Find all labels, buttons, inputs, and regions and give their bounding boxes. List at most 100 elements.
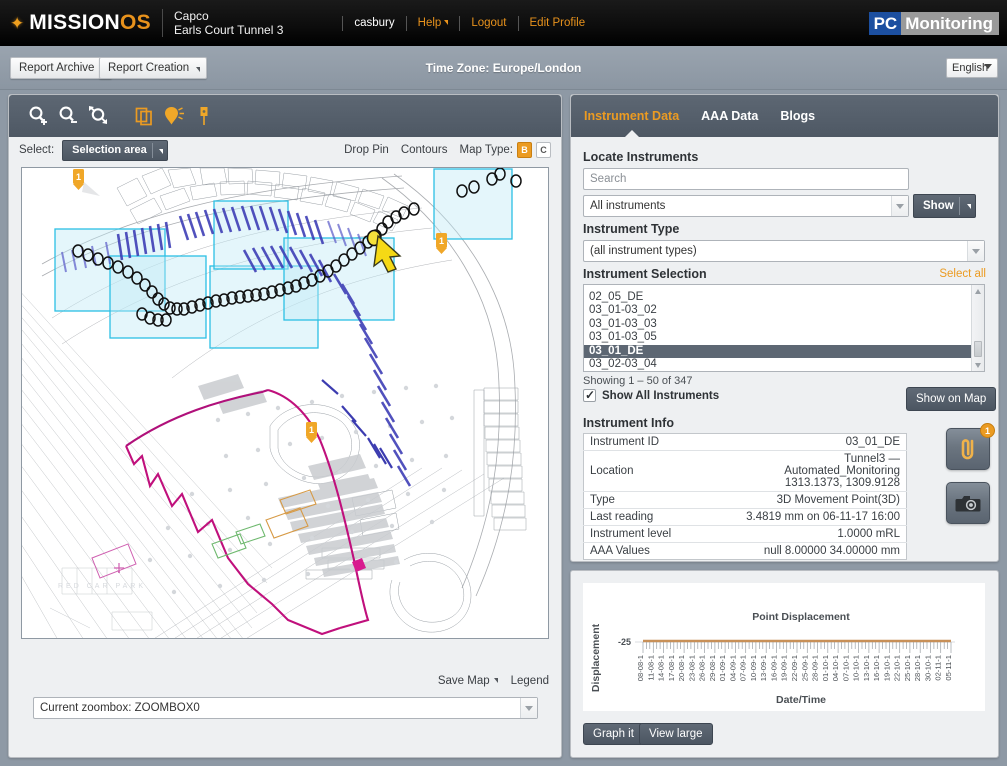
view-large-button[interactable]: View large: [639, 723, 713, 745]
edit-profile-link[interactable]: Edit Profile: [530, 17, 586, 29]
menu-bar: Report Archive Report Creation Time Zone…: [0, 46, 1007, 90]
panel-body: Locate Instruments Search All instrument…: [571, 137, 998, 561]
list-item-selected[interactable]: 03_01_DE: [584, 344, 984, 358]
show-on-map-button[interactable]: Show on Map: [906, 387, 997, 411]
svg-text:25-09-1: 25-09-1: [800, 655, 809, 681]
chart-y-label: Displacement: [590, 623, 602, 692]
list-scrollbar[interactable]: [971, 285, 984, 371]
chart-x-tick-labels: 08-08-1 11-08-1 14-08-1 17-08-1 20-08-1 23-08…: [636, 655, 953, 681]
divider: [517, 15, 519, 31]
language-selector[interactable]: English: [946, 58, 998, 78]
table-row: Last reading 3.4819 mm on 06-11-17 16:00: [583, 508, 907, 526]
drop-pin-link[interactable]: Drop Pin: [344, 144, 389, 156]
svg-text:1: 1: [439, 236, 444, 246]
selection-area-dropdown[interactable]: Selection area: [62, 139, 168, 161]
point-displacement-chart[interactable]: Point Displacement Displacement -25 08-0…: [583, 583, 985, 711]
map-footer: Save Map Legend Current zoombox: ZOOMBOX…: [9, 665, 561, 757]
brand-suffix: OS: [120, 11, 151, 34]
svg-text:19-09-1: 19-09-1: [780, 655, 789, 681]
info-value: 3.4819 mm on 06-11-17 16:00: [728, 508, 907, 526]
graph-it-button[interactable]: Graph it: [583, 723, 644, 745]
scroll-up-icon[interactable]: [972, 285, 984, 297]
attachments-button[interactable]: 1: [946, 423, 995, 470]
svg-text:16-10-1: 16-10-1: [872, 655, 881, 681]
list-item[interactable]: 03_01-03_03: [584, 318, 984, 331]
map-type-c-button[interactable]: C: [536, 142, 551, 158]
svg-text:22-09-1: 22-09-1: [790, 655, 799, 681]
show-all-instruments-checkbox[interactable]: Show All Instruments: [583, 388, 719, 402]
divider: [459, 15, 461, 31]
svg-text:01-09-1: 01-09-1: [718, 655, 727, 681]
svg-text:22-10-1: 22-10-1: [893, 655, 902, 681]
zoombox-select[interactable]: Current zoombox: ZOOMBOX0: [33, 697, 538, 719]
svg-text:30-10-1: 30-10-1: [924, 655, 933, 681]
save-map-link[interactable]: Save Map: [438, 675, 498, 687]
chart-panel: Point Displacement Displacement -25 08-0…: [570, 570, 999, 758]
legend-link[interactable]: Legend: [511, 675, 549, 687]
scrollbar-thumb[interactable]: [974, 341, 982, 357]
list-item[interactable]: 03_01-03_02: [584, 304, 984, 317]
scroll-down-icon[interactable]: [972, 359, 984, 371]
chevron-down-icon: [158, 148, 163, 154]
table-row: Location Tunnel3 — Automated_Monitoring …: [583, 450, 907, 492]
map-toolbar: [9, 95, 561, 137]
map-panel: Select: Selection area Drop Pin Contours…: [8, 94, 562, 758]
list-item[interactable]: 02_05_DE: [584, 291, 984, 304]
instrument-filter-select[interactable]: All instruments: [583, 195, 909, 217]
table-row: Type 3D Movement Point(3D): [583, 491, 907, 509]
map-canvas[interactable]: 1 1 1 RED CAR PARK: [21, 167, 549, 639]
instrument-type-select[interactable]: (all instrument types): [583, 240, 985, 262]
zoom-in-icon[interactable]: [23, 101, 53, 131]
list-item[interactable]: 03_02-03_04: [584, 358, 984, 371]
instrument-list[interactable]: 02_05_DE 03_01-03_02 03_01-03_03 03_01-0…: [583, 284, 985, 372]
info-key: Instrument level: [583, 525, 729, 543]
info-key: Location: [583, 450, 729, 492]
photos-button[interactable]: [946, 482, 990, 524]
zoom-out-icon[interactable]: [53, 101, 83, 131]
info-value: 03_01_DE: [728, 433, 907, 451]
highlight-marker-icon[interactable]: [159, 101, 189, 131]
show-button[interactable]: Show: [913, 194, 976, 218]
list-item[interactable]: 03_01-03_05: [584, 331, 984, 344]
report-creation-button[interactable]: Report Creation: [99, 57, 208, 79]
chevron-down-icon: [196, 67, 201, 72]
tab-aaa-data[interactable]: AAA Data: [701, 109, 758, 123]
chart-x-label: Date/Time: [776, 694, 826, 706]
svg-text:19-10-1: 19-10-1: [882, 655, 891, 681]
chevron-down-icon: [891, 196, 908, 216]
map-type-b-button[interactable]: B: [517, 142, 532, 158]
project-company: Capco: [173, 9, 209, 23]
checkbox-checked-icon: [583, 388, 596, 402]
instrument-panel: Instrument Data AAA Data Blogs Locate In…: [570, 94, 999, 562]
tab-blogs[interactable]: Blogs: [780, 109, 815, 123]
logout-link[interactable]: Logout: [471, 17, 506, 29]
svg-text:17-08-1: 17-08-1: [667, 655, 676, 681]
select-all-link[interactable]: Select all: [939, 268, 986, 280]
showing-count: Showing 1 – 50 of 347: [583, 375, 693, 387]
svg-text:16-09-1: 16-09-1: [770, 655, 779, 681]
info-key: Last reading: [583, 508, 729, 526]
app-header: ✦ MISSIONOS Capco Earls Court Tunnel 3 c…: [0, 0, 1007, 46]
help-menu[interactable]: Help: [418, 17, 449, 29]
info-key: Instrument ID: [583, 433, 729, 451]
instrument-info-heading: Instrument Info: [583, 416, 674, 430]
pin-icon[interactable]: [189, 101, 219, 131]
search-input[interactable]: Search: [583, 168, 909, 190]
chevron-down-icon: [520, 698, 537, 718]
svg-text:11-08-1: 11-08-1: [646, 655, 655, 681]
layers-icon[interactable]: [129, 101, 159, 131]
selected-instrument-marker: [366, 229, 382, 247]
zoom-extent-icon[interactable]: [83, 101, 113, 131]
chevron-down-icon: [444, 20, 449, 25]
camera-icon: [955, 496, 981, 512]
locate-instruments-heading: Locate Instruments: [583, 150, 699, 164]
project-info: Capco Earls Court Tunnel 3: [174, 9, 283, 37]
chart-y-tick: -25: [618, 637, 631, 647]
tab-instrument-data[interactable]: Instrument Data: [584, 109, 679, 137]
svg-text:05-11-1: 05-11-1: [944, 655, 953, 681]
report-archive-button[interactable]: Report Archive: [10, 57, 113, 79]
attachment-count-badge: 1: [980, 423, 995, 438]
contours-link[interactable]: Contours: [401, 144, 448, 156]
chevron-down-icon: [967, 241, 984, 261]
chevron-down-icon: [493, 678, 498, 683]
